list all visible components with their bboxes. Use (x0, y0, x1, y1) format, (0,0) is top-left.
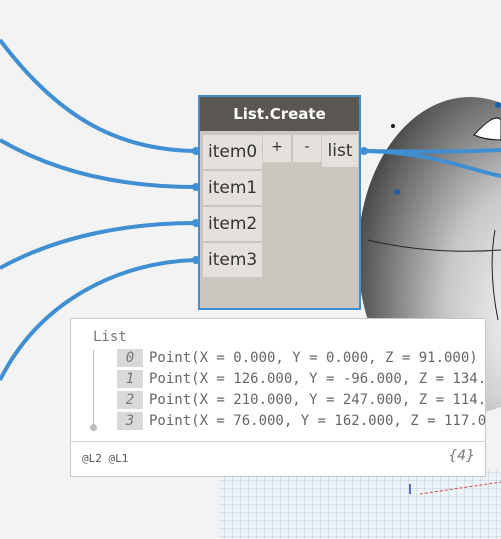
preview-item-text: Point(X = 126.000, Y = -96.000, Z = 134.… (149, 371, 486, 387)
preview-list-item: 3 Point(X = 76.000, Y = 162.000, Z = 117.… (117, 412, 486, 430)
preview-list-item: 2 Point(X = 210.000, Y = 247.000, Z = 114… (117, 391, 486, 409)
preview-list-item: 0 Point(X = 0.000, Y = 0.000, Z = 91.000) (117, 349, 478, 367)
point-marker[interactable] (495, 102, 501, 108)
list-create-node[interactable]: List.Create item0 item1 item2 item3 + - … (198, 95, 361, 310)
list-levels-label[interactable]: @L2 @L1 (82, 452, 128, 465)
input-port-item2[interactable]: item2 (203, 207, 262, 241)
preview-item-index: 2 (117, 391, 143, 409)
preview-divider (71, 441, 485, 442)
output-port-dot (360, 147, 368, 155)
preview-item-index: 1 (117, 370, 143, 388)
wire-item0[interactable] (0, 38, 197, 153)
preview-list-title: List (93, 329, 127, 345)
preview-list-item: 1 Point(X = 126.000, Y = -96.000, Z = 134… (117, 370, 486, 388)
preview-item-text: Point(X = 0.000, Y = 0.000, Z = 91.000) (149, 350, 478, 366)
preview-item-index: 3 (117, 412, 143, 430)
remove-input-button[interactable]: - (293, 135, 321, 162)
preview-item-text: Point(X = 76.000, Y = 162.000, Z = 117.0… (149, 413, 486, 429)
list-count-label: {4} (448, 448, 475, 464)
add-input-button[interactable]: + (263, 135, 291, 162)
input-port-item1[interactable]: item1 (203, 171, 262, 205)
preview-tree-end-dot (90, 424, 97, 431)
preview-tree-rail (93, 350, 94, 427)
point-marker (391, 124, 395, 128)
grid-floor (218, 470, 501, 539)
preview-item-text: Point(X = 210.000, Y = 247.000, Z = 114.… (149, 392, 486, 408)
node-preview-bubble[interactable]: List 0 Point(X = 0.000, Y = 0.000, Z = 91… (70, 318, 486, 477)
output-port-list[interactable]: list (322, 135, 358, 167)
preview-item-index: 0 (117, 349, 143, 367)
input-port-item0[interactable]: item0 (203, 135, 262, 169)
input-port-item3[interactable]: item3 (203, 243, 262, 277)
point-marker[interactable] (394, 189, 400, 195)
node-title[interactable]: List.Create (200, 97, 359, 131)
